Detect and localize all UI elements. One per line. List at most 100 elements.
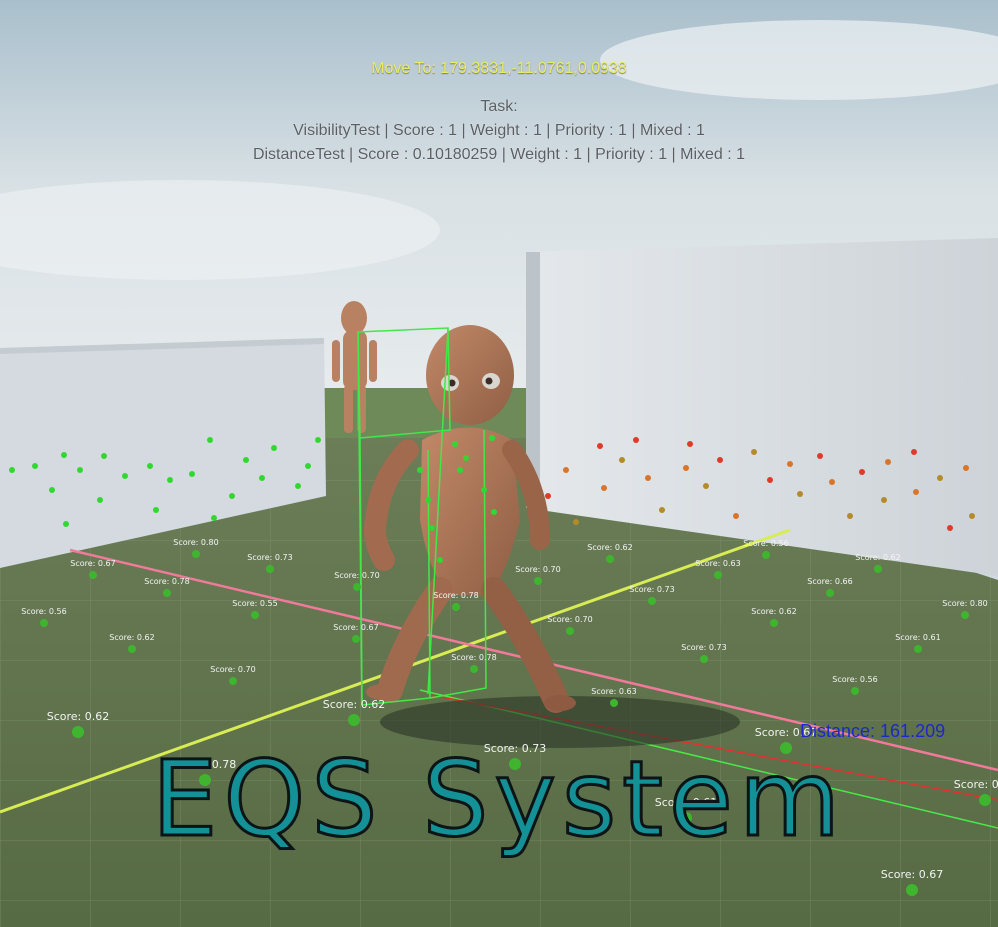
score-sphere-icon [851,687,859,695]
score-sphere-icon [534,577,542,585]
score-sphere-icon [683,465,689,471]
score-label: Score: 0.70 [515,565,560,574]
score-sphere-icon [906,884,918,896]
score-label: Score: 0.80 [173,538,218,547]
task-heading: Task: [480,98,518,115]
move-to-readout: Move To: 179.3831,-11.0761,0.0938 [371,60,627,77]
score-sphere-icon [295,483,301,489]
score-sphere-icon [491,509,497,515]
score-label: Score: 0.61 [895,633,940,642]
score-label: Score: 0.70 [210,665,255,674]
score-label: Score: 0.78 [433,591,478,600]
task-line-distance: DistanceTest | Score : 0.10180259 | Weig… [252,146,746,163]
score-sphere-icon [417,467,423,473]
score-label: Score: 0.67 [333,623,378,632]
score-sphere-icon [961,611,969,619]
score-sphere-icon [452,441,458,447]
score-sphere-icon [481,487,487,493]
score-sphere-icon [947,525,953,531]
score-sphere-icon [61,452,67,458]
score-sphere-icon [733,513,739,519]
score-label: Score: 0.62 [47,710,110,723]
score-label: Score: 0.56 [743,539,788,548]
score-sphere-icon [770,619,778,627]
score-sphere-icon [659,507,665,513]
score-sphere-icon [97,497,103,503]
score-sphere-icon [251,611,259,619]
score-label: Score: 0.56 [21,607,66,616]
score-label: Score: 0.56 [832,675,877,684]
score-label: Score: 0.67 [881,868,944,881]
score-sphere-icon [470,665,478,673]
score-label: Score: 0.78 [451,653,496,662]
score-sphere-icon [881,497,887,503]
score-sphere-icon [271,445,277,451]
score-sphere-icon [963,465,969,471]
score-sphere-icon [597,443,603,449]
score-sphere-icon [425,497,431,503]
score-sphere-icon [266,565,274,573]
score-sphere-icon [859,469,865,475]
score-label: Score: 0.67 [70,559,115,568]
score-sphere-icon [645,475,651,481]
score-sphere-icon [229,493,235,499]
score-label: Score: 0.70 [334,571,379,580]
score-sphere-icon [700,655,708,663]
score-sphere-icon [717,457,723,463]
score-sphere-icon [762,551,770,559]
score-sphere-icon [32,463,38,469]
score-sphere-icon [573,519,579,525]
score-sphere-icon [751,449,757,455]
score-sphere-icon [315,437,321,443]
score-sphere-icon [89,571,97,579]
score-sphere-icon [703,483,709,489]
score-sphere-icon [767,477,773,483]
score-sphere-icon [563,467,569,473]
score-sphere-icon [77,467,83,473]
score-sphere-icon [207,437,213,443]
score-sphere-icon [648,597,656,605]
score-sphere-icon [463,455,469,461]
score-sphere-icon [122,473,128,479]
score-sphere-icon [714,571,722,579]
score-sphere-icon [885,459,891,465]
score-label: Score: 0.62 [587,543,632,552]
score-label: Score: 0.80 [942,599,987,608]
score-sphere-icon [787,461,793,467]
score-label: Score: 0.73 [681,643,726,652]
score-sphere-icon [911,449,917,455]
score-label: Score: 0.63 [591,687,636,696]
score-sphere-icon [147,463,153,469]
score-sphere-icon [429,525,435,531]
score-sphere-icon [847,513,853,519]
score-sphere-icon [49,487,55,493]
score-sphere-icon [633,437,639,443]
score-sphere-icon [913,489,919,495]
score-sphere-icon [619,457,625,463]
score-sphere-icon [545,493,551,499]
score-sphere-icon [457,467,463,473]
score-label: Score: 0.63 [695,559,740,568]
score-sphere-icon [40,619,48,627]
score-sphere-icon [606,555,614,563]
score-sphere-icon [437,557,443,563]
score-sphere-icon [601,485,607,491]
score-label: Score: 0.78 [144,577,189,586]
score-sphere-icon [353,583,361,591]
score-sphere-icon [874,565,882,573]
score-label: Score: 0.62 [323,698,386,711]
score-sphere-icon [348,714,360,726]
score-sphere-icon [229,677,237,685]
score-label: Score: 0.73 [247,553,292,562]
task-line-visibility: VisibilityTest | Score : 1 | Weight : 1 … [293,122,705,139]
score-label: Score: 0.62 [855,553,900,562]
score-sphere-icon [797,491,803,497]
score-label: Score: 0.66 [807,577,852,586]
overlay-title: EQS System [150,737,847,862]
score-sphere-icon [826,589,834,597]
score-sphere-icon [305,463,311,469]
score-sphere-icon [914,645,922,653]
score-sphere-icon [101,453,107,459]
score-sphere-icon [969,513,975,519]
score-sphere-icon [72,726,84,738]
